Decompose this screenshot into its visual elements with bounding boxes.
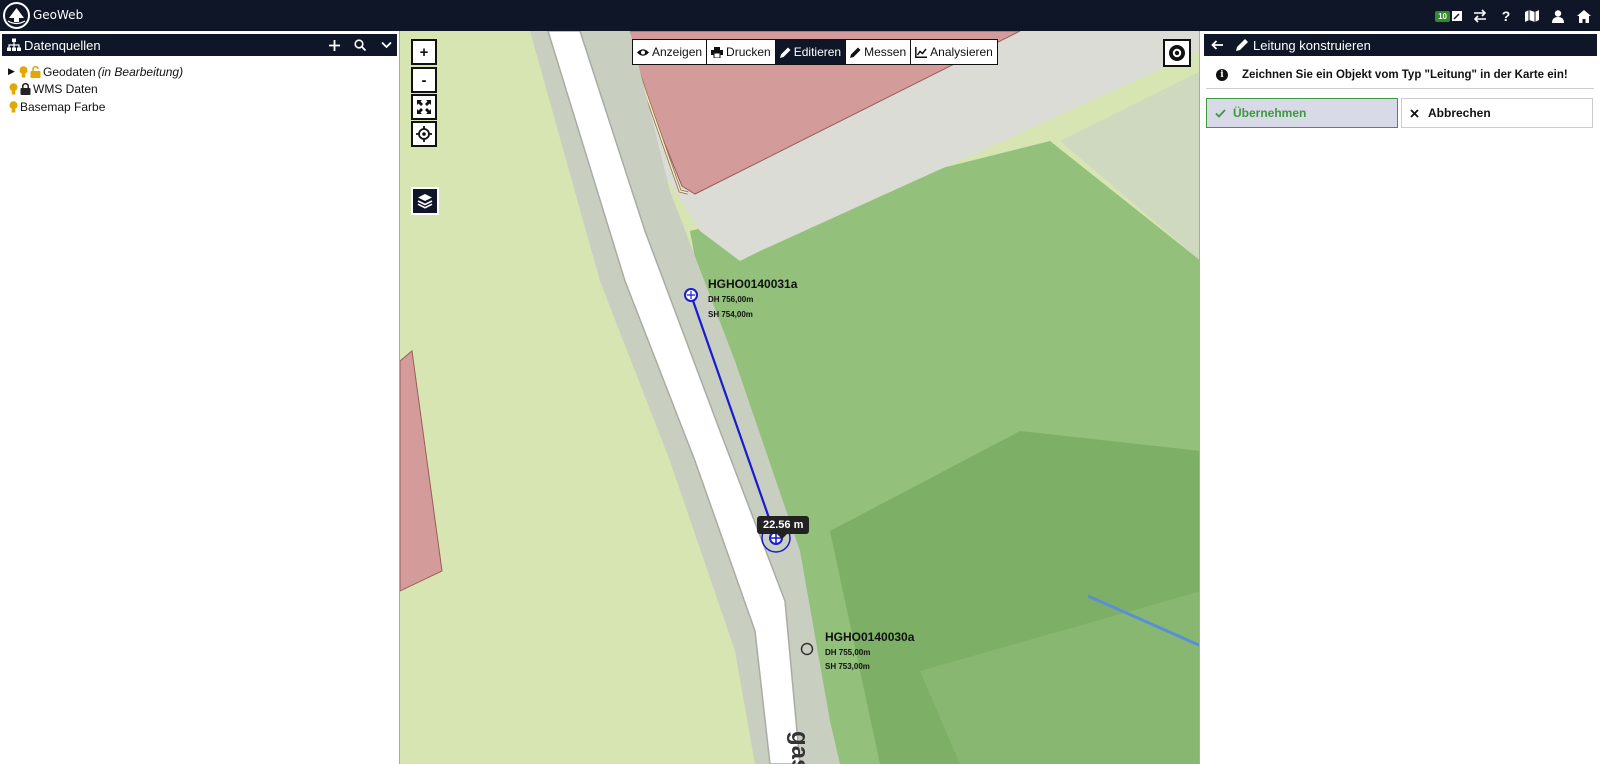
point-dh-label: DH 755,00m	[825, 648, 871, 657]
chevron-down-icon[interactable]	[379, 37, 393, 53]
app-title: GeoWeb	[33, 8, 84, 22]
help-icon[interactable]: ?	[1498, 8, 1514, 24]
target-icon	[1169, 45, 1185, 61]
cancel-button[interactable]: Abbrechen	[1401, 98, 1593, 128]
info-text: Zeichnen Sie ein Objekt vom Typ "Leitung…	[1242, 69, 1568, 81]
measure-tooltip: 22.56 m	[757, 516, 810, 539]
tab-label: Editieren	[793, 45, 842, 59]
top-bar: GeoWeb 10 ?	[0, 0, 1600, 31]
pencil-icon	[779, 47, 791, 58]
tab-editieren[interactable]: Editieren	[775, 40, 847, 64]
panel-title: Datenquellen	[24, 38, 101, 53]
layers-icon	[417, 194, 433, 209]
map-icon[interactable]	[1524, 8, 1540, 24]
map-toolbar: Anzeigen Drucken Editieren Messen Analys…	[632, 39, 998, 65]
add-icon[interactable]	[327, 37, 341, 53]
construct-panel: Leitung konstruieren i Zeichnen Sie ein …	[1200, 31, 1600, 764]
home-icon[interactable]	[1576, 8, 1592, 24]
sitemap-icon	[7, 38, 21, 51]
tree-item-label: Basemap Farbe	[20, 99, 106, 114]
lock-icon[interactable]	[20, 83, 31, 96]
panel-title: Leitung konstruieren	[1253, 38, 1371, 53]
tab-anzeigen[interactable]: Anzeigen	[633, 40, 708, 64]
point-label: HGHO0140030a	[825, 630, 915, 644]
data-sources-panel: Datenquellen ▶ Geodaten (in Bearbeitung)…	[0, 31, 399, 764]
zoom-out-button[interactable]: -	[411, 67, 437, 93]
swap-icon[interactable]	[1472, 8, 1488, 24]
search-icon[interactable]	[353, 37, 367, 53]
tab-analysieren[interactable]: Analysieren	[911, 40, 997, 64]
apply-label: Übernehmen	[1233, 106, 1307, 120]
geoweb-logo[interactable]	[3, 2, 30, 29]
tab-label: Drucken	[726, 45, 771, 59]
lightbulb-icon[interactable]	[9, 83, 18, 95]
fullscreen-button[interactable]	[411, 94, 437, 120]
tab-drucken[interactable]: Drucken	[707, 40, 776, 64]
tab-label: Messen	[864, 45, 907, 59]
map-view[interactable]: gasse + - Anzeigen Drucken	[399, 31, 1200, 764]
cancel-label: Abbrechen	[1428, 106, 1491, 120]
point-dh-label: DH 756,00m	[708, 295, 754, 304]
layers-button[interactable]	[411, 187, 439, 215]
tree-item-basemap[interactable]: Basemap Farbe	[9, 98, 183, 116]
lightbulb-icon[interactable]	[9, 100, 18, 113]
point-sh-label: SH 754,00m	[708, 310, 753, 319]
edit-count-badge[interactable]: 10	[1435, 10, 1462, 22]
map-canvas[interactable]: gasse	[400, 31, 1200, 764]
data-sources-header: Datenquellen	[2, 34, 397, 56]
apply-button[interactable]: Übernehmen	[1206, 98, 1398, 128]
ruler-icon	[850, 47, 861, 58]
fullscreen-icon	[417, 100, 431, 114]
tree-item-geodaten[interactable]: ▶ Geodaten (in Bearbeitung)	[8, 63, 183, 81]
unlock-icon[interactable]	[30, 65, 41, 78]
tree-item-label: Geodaten	[43, 64, 96, 79]
street-label: gasse	[786, 731, 813, 764]
tree-item-label: WMS Daten	[33, 82, 98, 97]
info-message: i Zeichnen Sie ein Objekt vom Typ "Leitu…	[1216, 64, 1596, 86]
printer-icon	[711, 46, 724, 58]
pencil-icon	[1236, 39, 1248, 51]
chart-icon	[915, 46, 928, 58]
crosshair-icon	[416, 126, 432, 142]
check-icon	[1215, 108, 1226, 118]
back-arrow-icon[interactable]	[1210, 37, 1224, 53]
tree-item-wms[interactable]: WMS Daten	[9, 81, 183, 99]
divider	[1206, 88, 1594, 89]
close-icon	[1410, 108, 1419, 118]
info-icon: i	[1216, 69, 1228, 81]
record-button[interactable]	[1163, 39, 1191, 67]
tab-messen[interactable]: Messen	[846, 40, 912, 64]
locate-button[interactable]	[411, 121, 437, 147]
zoom-in-button[interactable]: +	[411, 39, 437, 65]
tab-label: Anzeigen	[652, 45, 703, 59]
construct-header: Leitung konstruieren	[1204, 34, 1597, 56]
tree-item-status: (in Bearbeitung)	[97, 64, 184, 79]
eye-icon	[637, 48, 649, 56]
edit-icon	[1452, 11, 1462, 21]
layer-tree: ▶ Geodaten (in Bearbeitung) WMS Daten Ba…	[8, 63, 183, 116]
lightbulb-icon[interactable]	[19, 65, 28, 78]
point-label: HGHO0140031a	[708, 277, 798, 291]
user-icon[interactable]	[1550, 8, 1566, 24]
tab-label: Analysieren	[930, 45, 993, 59]
point-sh-label: SH 753,00m	[825, 662, 870, 671]
count-badge: 10	[1435, 10, 1450, 22]
expand-caret-icon[interactable]: ▶	[8, 66, 17, 77]
